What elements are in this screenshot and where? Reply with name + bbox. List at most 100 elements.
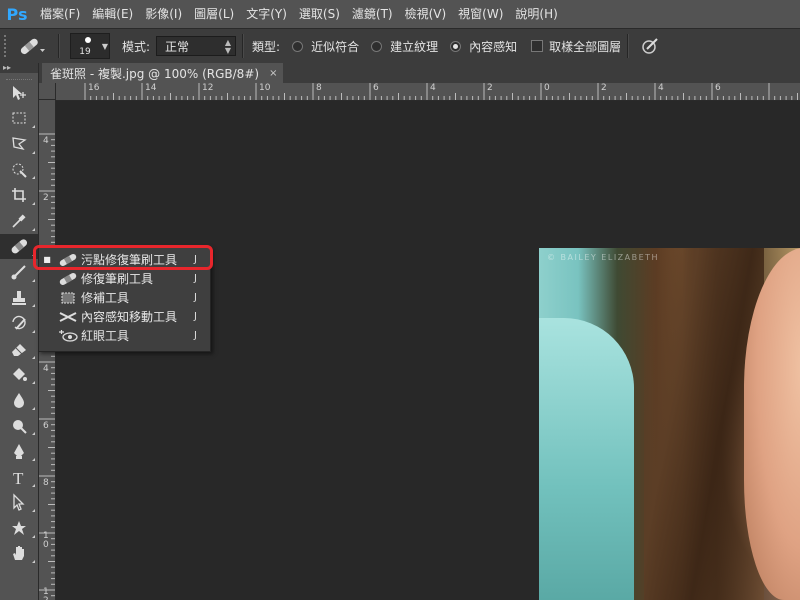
panel-grip[interactable] <box>6 73 32 80</box>
eyedropper-tool[interactable] <box>0 208 38 234</box>
watermark: © BAILEY ELIZABETH <box>547 253 660 262</box>
radio-content-aware[interactable]: 內容感知 <box>450 38 517 55</box>
stylus-pressure-icon <box>642 38 658 54</box>
sample-all-layers-checkbox[interactable]: 取樣全部圖層 <box>531 38 621 55</box>
radio-circle <box>292 40 304 52</box>
hand-tool[interactable] <box>0 541 38 567</box>
brush-icon <box>11 265 26 280</box>
eyedropper-icon <box>12 214 26 228</box>
ruler-label: 8 <box>316 83 322 93</box>
marquee-tool[interactable] <box>0 106 38 132</box>
type-icon: T <box>13 469 24 486</box>
flyout-item-healing-brush[interactable]: 修復筆刷工具 J <box>39 269 210 288</box>
red-eye-icon <box>59 329 78 342</box>
submenu-indicator <box>32 355 35 359</box>
mode-value: 正常 <box>165 39 190 54</box>
menu-filter[interactable]: 濾鏡(T) <box>346 0 399 28</box>
crop-tool[interactable] <box>0 182 38 208</box>
history-brush-icon <box>12 316 26 330</box>
menu-image[interactable]: 影像(I) <box>139 0 188 28</box>
brush-size-picker[interactable]: 19 ▼ <box>70 33 110 59</box>
healing-brush-icon <box>59 272 77 285</box>
ruler-label: 1 2 <box>43 587 49 600</box>
menu-view[interactable]: 檢視(V) <box>399 0 453 28</box>
submenu-indicator <box>32 457 35 461</box>
document-image[interactable]: © BAILEY ELIZABETH <box>539 248 800 600</box>
document-title: 雀斑照 - 複製.jpg @ 100% (RGB/8#) <box>50 66 260 81</box>
content-aware-move-icon <box>59 311 77 322</box>
submenu-indicator <box>32 534 35 538</box>
patch-icon <box>61 292 75 303</box>
menu-window[interactable]: 視窗(W) <box>452 0 509 28</box>
submenu-indicator <box>32 483 35 487</box>
radio-proximity-match[interactable]: 近似符合 <box>292 38 359 55</box>
options-grip[interactable] <box>4 35 12 57</box>
bandage-icon <box>11 239 28 254</box>
menu-type[interactable]: 文字(Y) <box>240 0 293 28</box>
svg-text:T: T <box>13 469 24 486</box>
ruler-label: 4 <box>43 136 49 146</box>
ruler-label: 10 <box>259 83 271 93</box>
clone-stamp-tool[interactable] <box>0 285 38 311</box>
quick-selection-icon <box>12 163 27 178</box>
shortcut-key: J <box>194 330 197 341</box>
horizontal-ruler[interactable]: 16 14 12 10 8 6 4 2 0 2 4 6 <box>56 83 800 101</box>
flyout-item-red-eye[interactable]: 紅眼工具 J <box>39 326 210 345</box>
ruler-origin[interactable] <box>38 83 56 100</box>
menu-layer[interactable]: 圖層(L) <box>188 0 240 28</box>
close-icon[interactable]: × <box>269 68 277 79</box>
paint-bucket-tool[interactable] <box>0 362 38 388</box>
dodge-tool[interactable] <box>0 413 38 439</box>
flyout-item-patch[interactable]: 修補工具 J <box>39 288 210 307</box>
ruler-label: 1 0 <box>43 531 49 550</box>
path-selection-icon <box>13 493 25 512</box>
submenu-indicator <box>32 125 35 129</box>
menu-edit[interactable]: 編輯(E) <box>86 0 139 28</box>
path-selection-tool[interactable] <box>0 490 38 516</box>
submenu-indicator <box>32 509 35 513</box>
ruler-label: 6 <box>43 421 49 431</box>
photo-teal-region <box>539 318 634 600</box>
menu-select[interactable]: 選取(S) <box>293 0 346 28</box>
document-tab[interactable]: 雀斑照 - 複製.jpg @ 100% (RGB/8#) × <box>42 63 284 83</box>
mode-select[interactable]: 正常 ▲ ▼ <box>156 36 237 56</box>
history-brush-tool[interactable] <box>0 310 38 336</box>
ruler-label: 4 <box>658 83 664 93</box>
eraser-icon <box>12 343 26 356</box>
ruler-label: 4 <box>430 83 436 93</box>
tool-preset-picker[interactable] <box>12 33 52 59</box>
ruler-label: 14 <box>145 83 157 93</box>
quick-selection-tool[interactable] <box>0 157 38 183</box>
lasso-tool[interactable] <box>0 131 38 157</box>
custom-shape-icon <box>12 520 26 535</box>
radio-create-texture[interactable]: 建立紋理 <box>371 38 438 55</box>
eraser-tool[interactable] <box>0 336 38 362</box>
ruler-label: 0 <box>544 83 550 93</box>
polygonal-lasso-icon <box>12 137 27 151</box>
flyout-item-content-aware-move[interactable]: 內容感知移動工具 J <box>39 307 210 326</box>
submenu-indicator <box>32 381 35 385</box>
pressure-size-button[interactable] <box>635 33 665 59</box>
shortcut-key: J <box>194 273 197 284</box>
paint-bucket-icon <box>13 368 27 382</box>
menu-file[interactable]: 檔案(F) <box>34 0 86 28</box>
shortcut-key: J <box>194 311 197 322</box>
options-bar: 19 ▼ 模式: 正常 ▲ ▼ 類型: 近似符合 建立紋理 內容感知 取樣全部圖層 <box>0 28 800 64</box>
menu-help[interactable]: 說明(H) <box>509 0 563 28</box>
panel-collapse-icon[interactable]: ▸▸ <box>0 63 38 73</box>
radio-label: 近似符合 <box>311 39 360 54</box>
tools-panel: ▸▸ T <box>0 63 39 600</box>
stamp-icon <box>12 290 26 305</box>
blur-tool[interactable] <box>0 387 38 413</box>
pen-tool[interactable] <box>0 438 38 464</box>
flyout-item-label: 修復筆刷工具 <box>81 272 154 286</box>
submenu-indicator <box>32 278 35 282</box>
ruler-label: 4 <box>43 364 49 374</box>
ruler-label: 12 <box>202 83 214 93</box>
submenu-indicator <box>32 150 35 154</box>
type-tool[interactable]: T <box>0 464 38 490</box>
radio-circle <box>371 40 383 52</box>
document-tab-bar: 雀斑照 - 複製.jpg @ 100% (RGB/8#) × <box>38 63 800 83</box>
move-tool[interactable] <box>0 80 38 106</box>
shape-tool[interactable] <box>0 515 38 541</box>
